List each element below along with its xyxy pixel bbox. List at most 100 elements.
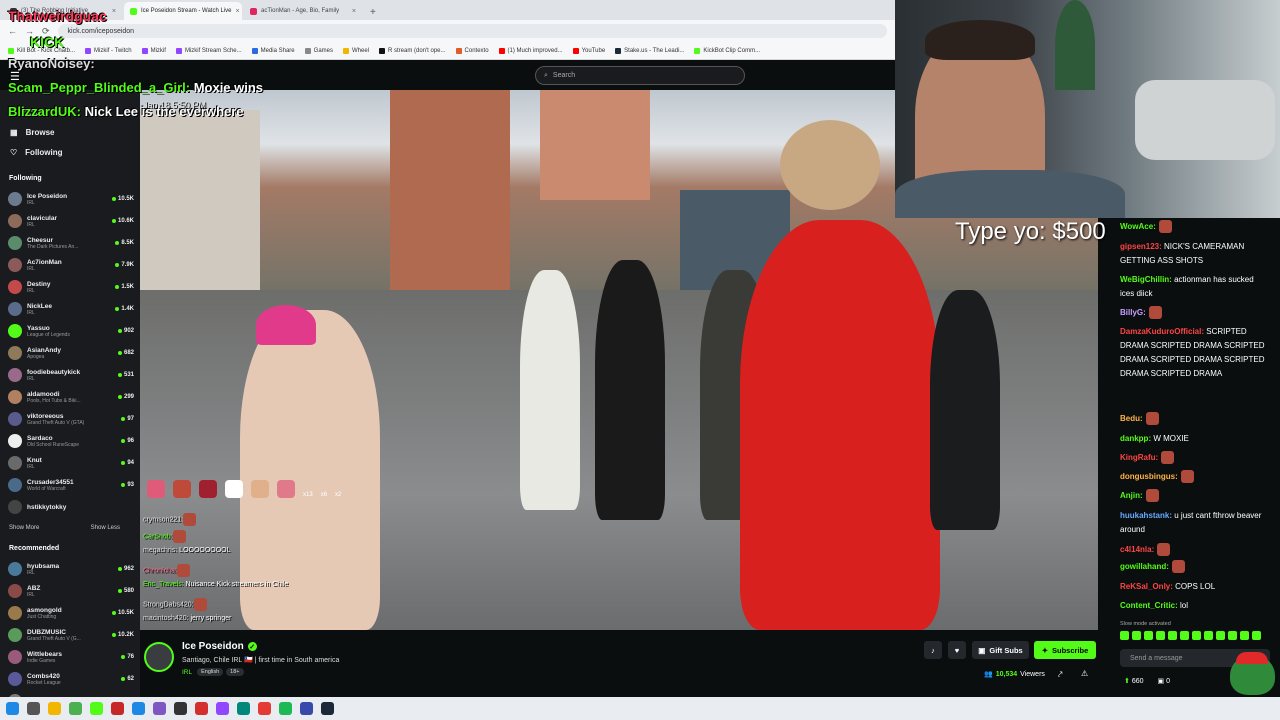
- emote-button-icon[interactable]: [1180, 631, 1189, 640]
- gift-subs-button[interactable]: ▣ Gift Subs: [972, 641, 1029, 659]
- search-icon[interactable]: [27, 702, 40, 715]
- chat-username[interactable]: KingRafu:: [1120, 453, 1158, 462]
- channel-item[interactable]: Ice Poseidon IRL 10.5K: [0, 188, 140, 210]
- channel-item[interactable]: Yassuo League of Legends 902: [0, 320, 140, 342]
- chat-username[interactable]: gowillahand:: [1120, 562, 1169, 571]
- app-icon[interactable]: [195, 702, 208, 715]
- channel-item[interactable]: Sardaco Old School RuneScape 96: [0, 430, 140, 452]
- channel-item[interactable]: viktoreeous Grand Theft Auto V (GTA) 97: [0, 408, 140, 430]
- app-icon[interactable]: [216, 702, 229, 715]
- emote-button-icon[interactable]: [1192, 631, 1201, 640]
- bookmark-item[interactable]: (1) Much improved...: [498, 47, 563, 54]
- app-icon[interactable]: [111, 702, 124, 715]
- bookmark-item[interactable]: Stake.us - The Leadi...: [615, 47, 684, 54]
- emote-button-icon[interactable]: [1120, 631, 1129, 640]
- channel-item[interactable]: foodiebeautykick IRL 531: [0, 364, 140, 386]
- show-less-button[interactable]: Show Less: [91, 525, 120, 531]
- share-icon[interactable]: ⤤: [1058, 670, 1063, 680]
- channel-item[interactable]: Cheesur The Dark Pictures An... 8.5K: [0, 232, 140, 254]
- channel-name[interactable]: Ice Poseidon ✓: [182, 641, 257, 652]
- follow-button[interactable]: ♥: [948, 641, 966, 659]
- browser-tab[interactable]: Ice Poseidon Stream - Watch Live ×: [124, 2, 242, 20]
- windows-icon[interactable]: [6, 702, 19, 715]
- stream-tag[interactable]: 18+: [226, 668, 244, 676]
- nav-item-browse[interactable]: ▦ Browse: [0, 122, 140, 142]
- channel-item[interactable]: NickLee IRL 1.4K: [0, 298, 140, 320]
- nav-item-following[interactable]: ♡ Following: [0, 142, 140, 162]
- emote-button-icon[interactable]: [1216, 631, 1225, 640]
- emote-button-icon[interactable]: [1252, 631, 1261, 640]
- channel-item[interactable]: Ac7ionMan IRL 7.9K: [0, 254, 140, 276]
- bookmark-item[interactable]: R stream (don't ope...: [379, 47, 446, 54]
- app-icon[interactable]: [258, 702, 271, 715]
- bookmark-item[interactable]: Mizkif - Twitch: [85, 47, 132, 54]
- app-icon[interactable]: [174, 702, 187, 715]
- app-icon[interactable]: [153, 702, 166, 715]
- browser-tab[interactable]: acTionMan - Age, Bio, Family ×: [244, 2, 362, 20]
- bookmark-item[interactable]: Contexto: [455, 47, 489, 54]
- bookmark-item[interactable]: Games: [304, 47, 333, 54]
- avatar[interactable]: [144, 642, 174, 672]
- channel-item[interactable]: hstikkytokky: [0, 496, 140, 518]
- chat-username[interactable]: gipsen123:: [1120, 242, 1162, 251]
- chrome-icon[interactable]: [69, 702, 82, 715]
- bookmark-item[interactable]: KickBot Clip Comm...: [694, 47, 760, 54]
- files-icon[interactable]: [48, 702, 61, 715]
- close-icon[interactable]: ×: [235, 8, 239, 15]
- channel-item[interactable]: Combs420 Rocket League 62: [0, 668, 140, 690]
- emote-button-icon[interactable]: [1168, 631, 1177, 640]
- channel-item[interactable]: AsianAndy Apogea 682: [0, 342, 140, 364]
- chat-username[interactable]: c4l14nla:: [1120, 545, 1154, 554]
- chat-username[interactable]: WeBigChillin:: [1120, 275, 1172, 284]
- channel-item[interactable]: schneckvirl2K: [0, 690, 140, 697]
- emote-button-icon[interactable]: [1204, 631, 1213, 640]
- chat-username[interactable]: BillyG:: [1120, 308, 1146, 317]
- emote-button-icon[interactable]: [1132, 631, 1141, 640]
- chat-username[interactable]: Content_Critic:: [1120, 601, 1178, 610]
- channel-item[interactable]: clavicular IRL 10.6K: [0, 210, 140, 232]
- chat-username[interactable]: Anjin:: [1120, 491, 1143, 500]
- show-more-button[interactable]: Show More: [9, 525, 39, 531]
- bookmark-item[interactable]: Mizkif: [141, 47, 166, 54]
- emote-button-icon[interactable]: [1228, 631, 1237, 640]
- chat-username[interactable]: Bedu:: [1120, 414, 1143, 423]
- app-icon[interactable]: [132, 702, 145, 715]
- url-field[interactable]: kick.com/iceposeidon: [57, 24, 887, 38]
- chat-username[interactable]: DamzaKuduroOfficial:: [1120, 327, 1204, 336]
- channel-item[interactable]: asmongold Just Chatting 10.5K: [0, 602, 140, 624]
- emote-button-icon[interactable]: [1240, 631, 1249, 640]
- channel-item[interactable]: hyubsama IRL 962: [0, 558, 140, 580]
- bookmark-item[interactable]: Media Share: [251, 47, 295, 54]
- category-link[interactable]: IRL: [182, 669, 192, 676]
- search-input[interactable]: ⌕ Search: [535, 66, 745, 85]
- emote-button-icon[interactable]: [1156, 631, 1165, 640]
- chat-username[interactable]: WowAce:: [1120, 222, 1156, 231]
- report-icon[interactable]: ⚠: [1081, 669, 1088, 678]
- channel-item[interactable]: Wittlebears Indie Games 76: [0, 646, 140, 668]
- emote-button-icon[interactable]: [1144, 631, 1153, 640]
- channel-item[interactable]: aldamoodi Pools, Hot Tubs & Biki... 299: [0, 386, 140, 408]
- channel-item[interactable]: DUBZMUSIC Grand Theft Auto V (G... 10.2K: [0, 624, 140, 646]
- channel-item[interactable]: Knut IRL 94: [0, 452, 140, 474]
- notification-bell-button[interactable]: ♪: [924, 641, 942, 659]
- kick-icon[interactable]: [90, 702, 103, 715]
- chat-username[interactable]: ReKSal_Only:: [1120, 582, 1173, 591]
- app-icon[interactable]: [279, 702, 292, 715]
- channel-item[interactable]: ABZ IRL 580: [0, 580, 140, 602]
- subscribe-button[interactable]: ✦ Subscribe: [1034, 641, 1096, 659]
- stream-tag[interactable]: English: [197, 668, 224, 676]
- chat-username[interactable]: dankpp:: [1120, 434, 1151, 443]
- chat-username[interactable]: huukahstank:: [1120, 511, 1172, 520]
- close-icon[interactable]: ×: [112, 8, 116, 15]
- steam-icon[interactable]: [321, 702, 334, 715]
- channel-item[interactable]: Destiny IRL 1.5K: [0, 276, 140, 298]
- bookmark-item[interactable]: Wheel: [343, 47, 369, 54]
- channel-item[interactable]: Crusader34551 World of Warcraft 93: [0, 474, 140, 496]
- back-icon[interactable]: ←: [8, 26, 17, 36]
- app-icon[interactable]: [300, 702, 313, 715]
- chat-username[interactable]: dongusbingus:: [1120, 472, 1178, 481]
- bookmark-item[interactable]: Mizkif Stream Sche...: [175, 47, 242, 54]
- new-tab-icon[interactable]: +: [364, 7, 382, 20]
- app-icon[interactable]: [237, 702, 250, 715]
- bookmark-item[interactable]: YouTube: [572, 47, 605, 54]
